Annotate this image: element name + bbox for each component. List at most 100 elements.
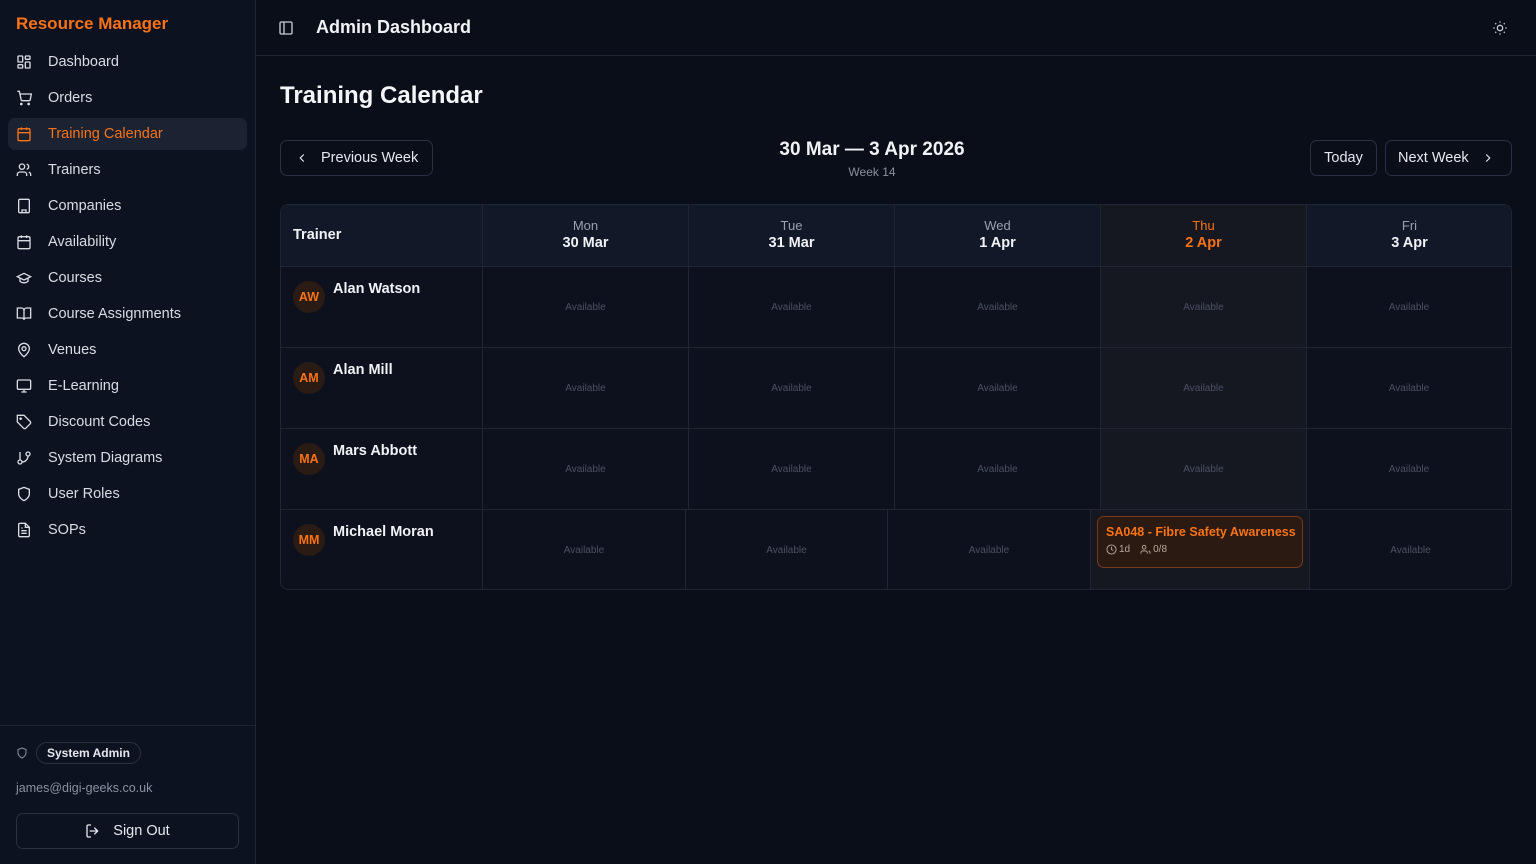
day-date: 1 Apr [979,235,1016,251]
book-open-icon [16,306,32,322]
next-week-label: Next Week [1398,150,1469,166]
shield-icon [16,486,32,502]
day-cell[interactable]: Available [482,429,688,509]
trainer-name: Alan Watson [333,281,421,297]
available-label: Available [1183,301,1224,313]
sidebar-toggle-icon[interactable] [278,20,294,36]
available-label: Available [977,382,1018,394]
day-date: 30 Mar [562,235,609,251]
day-cell[interactable]: Available [685,510,887,589]
sidebar-item-label: System Diagrams [48,450,163,466]
available-label: Available [771,463,812,475]
next-week-button[interactable]: Next Week [1385,140,1512,176]
sidebar-item-user-roles[interactable]: User Roles [8,478,247,510]
training-calendar-grid: Trainer Mon 30 Mar Tue 31 Mar Wed 1 Apr … [280,204,1512,590]
available-label: Available [1388,463,1430,475]
week-range: 30 Mar — 3 Apr 2026 [779,139,965,160]
trainer-cell: MM Michael Moran [281,510,482,589]
event-title: SA048 - Fibre Safety Awareness [1106,525,1296,539]
cart-icon [16,90,32,106]
day-cell[interactable]: Available [482,348,688,428]
day-cell[interactable]: Available [1306,348,1511,428]
sidebar-item-label: Trainers [48,162,101,178]
sidebar-item-dashboard[interactable]: Dashboard [8,46,247,78]
sidebar-item-e-learning[interactable]: E-Learning [8,370,247,402]
week-number: Week 14 [848,165,896,179]
sign-out-button[interactable]: Sign Out [16,813,239,849]
sidebar-item-trainers[interactable]: Trainers [8,154,247,186]
available-label: Available [563,544,605,556]
available-label: Available [766,544,807,556]
trainer-cell: MA Mars Abbott [281,429,482,509]
sidebar-item-label: Venues [48,342,97,358]
trainer-row: AW Alan Watson Available Available Avail… [281,267,1511,348]
event-duration: 1d [1119,544,1131,555]
day-cell[interactable]: Available [482,510,685,589]
brand-title: Resource Manager [16,14,169,33]
day-cell[interactable]: Available [482,267,688,347]
trainer-row: MA Mars Abbott Available Available Avail… [281,429,1511,510]
trainer-column-header: Trainer [293,227,342,243]
day-cell[interactable]: Available [1100,267,1306,347]
top-bar: Admin Dashboard [256,0,1536,56]
git-branch-icon [16,450,32,466]
sidebar-footer: System Admin james@digi-geeks.co.uk Sign… [0,725,255,864]
previous-week-button[interactable]: Previous Week [280,140,433,176]
day-cell[interactable]: Available [894,348,1100,428]
sidebar-item-label: Discount Codes [48,414,151,430]
role-row: System Admin [16,742,141,764]
sun-icon[interactable] [1492,20,1508,36]
available-label: Available [977,301,1018,313]
available-label: Available [1388,301,1430,313]
sidebar-item-venues[interactable]: Venues [8,334,247,366]
sidebar-item-label: Course Assignments [48,306,181,322]
sidebar-item-orders[interactable]: Orders [8,82,247,114]
graduation-cap-icon [16,270,32,286]
available-label: Available [771,301,812,313]
sign-out-label: Sign Out [113,823,170,839]
avatar: AM [293,362,325,394]
day-date: 2 Apr [1185,235,1222,251]
available-label: Available [1388,382,1430,394]
sidebar-item-discount-codes[interactable]: Discount Codes [8,406,247,438]
sidebar-item-course-assignments[interactable]: Course Assignments [8,298,247,330]
monitor-icon [16,378,32,394]
sidebar-item-label: SOPs [48,522,86,538]
sidebar-item-availability[interactable]: Availability [8,226,247,258]
day-cell[interactable]: Available [1309,510,1511,589]
day-cell[interactable]: Available [894,429,1100,509]
day-cell[interactable]: Available [688,348,894,428]
sidebar-item-training-calendar[interactable]: Training Calendar [8,118,247,150]
available-label: Available [565,463,606,475]
sidebar-item-label: E-Learning [48,378,119,394]
building-icon [16,198,32,214]
user-email: james@digi-geeks.co.uk [16,781,153,795]
day-cell[interactable]: Available [1100,348,1306,428]
day-cell[interactable]: Available [887,510,1090,589]
sidebar-item-sops[interactable]: SOPs [8,514,247,546]
course-event[interactable]: SA048 - Fibre Safety Awareness 1d 0/8 [1097,516,1303,568]
day-cell[interactable]: Available [1100,429,1306,509]
available-label: Available [968,544,1010,556]
avatar: MM [293,524,325,556]
day-cell[interactable]: Available [894,267,1100,347]
available-label: Available [1390,544,1431,556]
day-cell[interactable]: Available [1306,267,1511,347]
tag-icon [16,414,32,430]
sidebar-item-label: Availability [48,234,117,250]
sidebar-item-system-diagrams[interactable]: System Diagrams [8,442,247,474]
day-date: 31 Mar [768,235,815,251]
trainer-row: MM Michael Moran Available Available Ava… [281,510,1511,589]
sidebar-item-label: Courses [48,270,102,286]
day-cell[interactable]: Available [688,267,894,347]
sidebar-item-companies[interactable]: Companies [8,190,247,222]
chevron-left-icon [295,151,309,165]
today-button[interactable]: Today [1310,140,1377,176]
shield-icon [16,747,28,759]
sidebar-item-courses[interactable]: Courses [8,262,247,294]
users-icon [1140,544,1151,555]
day-cell[interactable]: Available [1306,429,1511,509]
day-header-tue: Tue 31 Mar [688,205,894,266]
day-cell[interactable]: Available [688,429,894,509]
sidebar-item-label: Training Calendar [48,126,163,142]
